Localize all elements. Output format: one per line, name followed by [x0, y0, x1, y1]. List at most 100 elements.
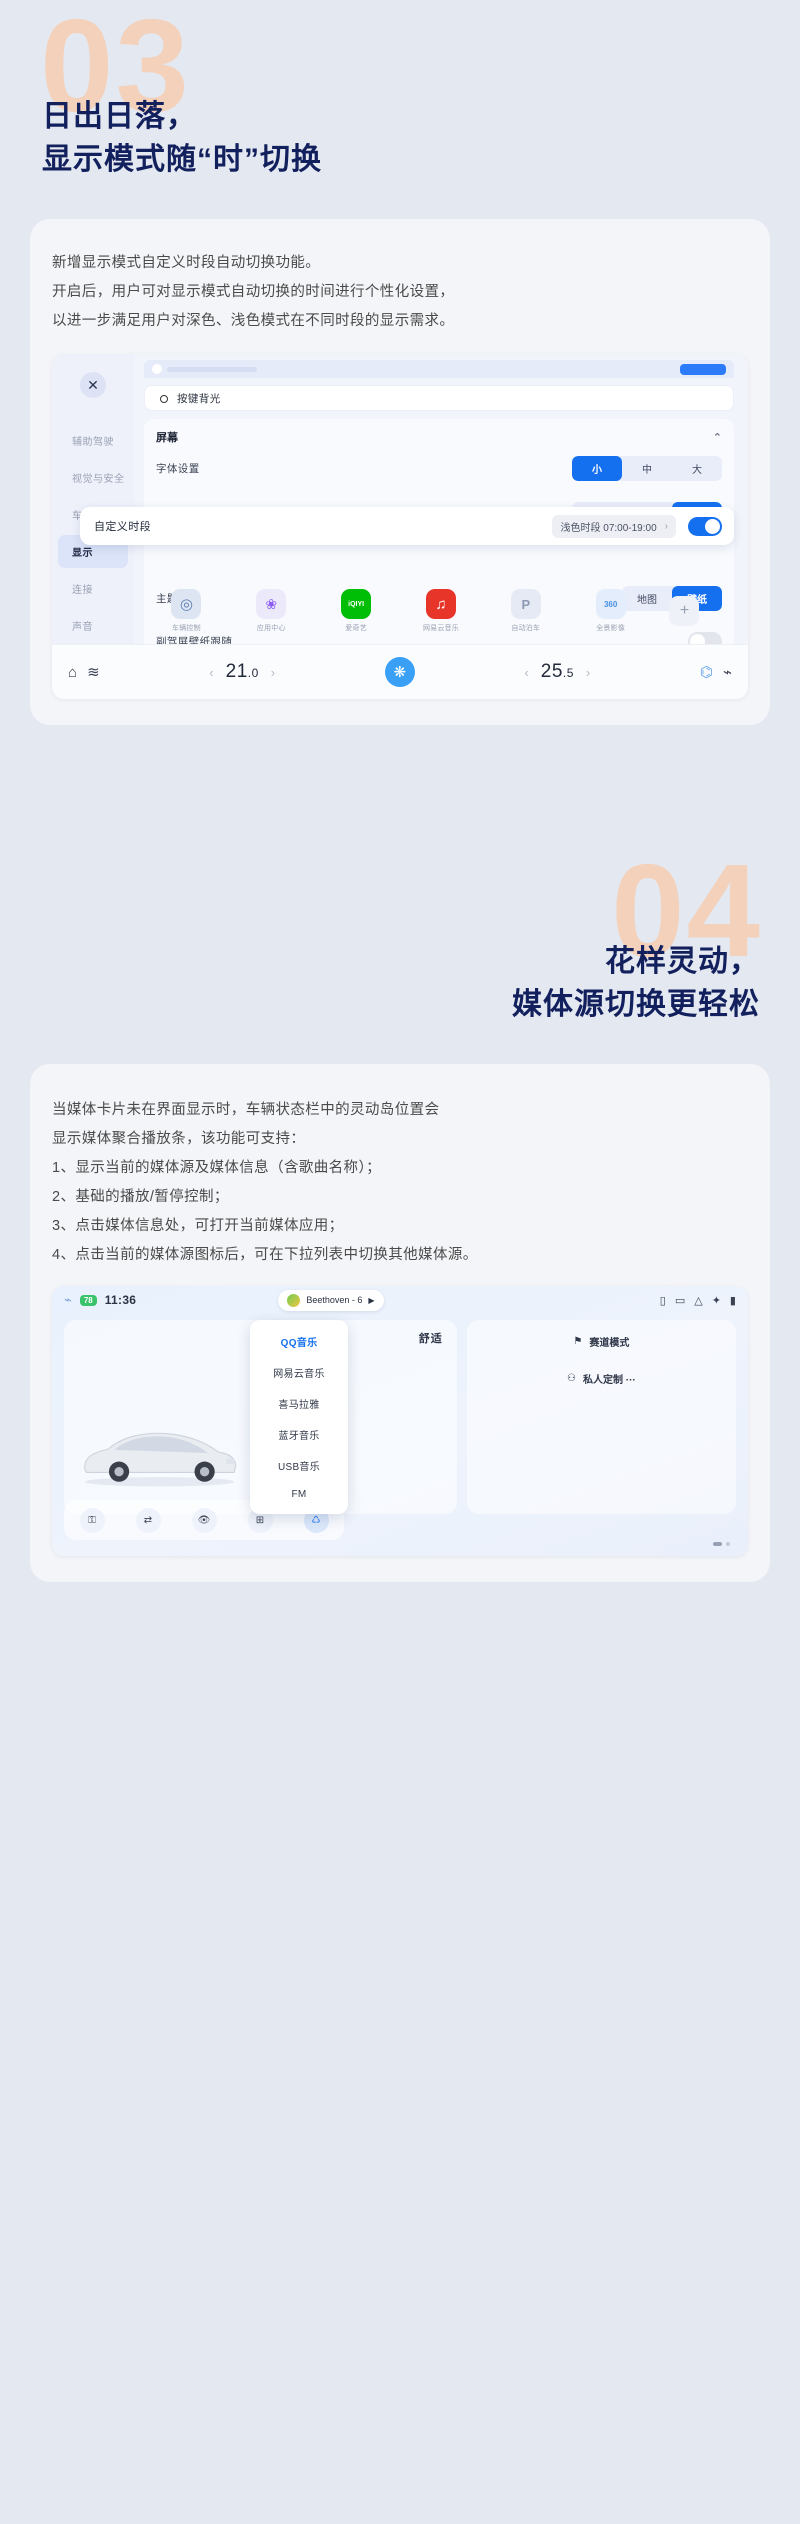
view-icon[interactable]: 👁 [191, 1507, 217, 1533]
screen-cast-icon[interactable]: ▭ [675, 1294, 685, 1307]
temp-right-increase[interactable]: › [584, 665, 592, 680]
sidebar-item-adas[interactable]: 辅助驾驶 [58, 424, 128, 457]
clock-label: 11:36 [104, 1293, 137, 1308]
paragraph-line: 以进一步满足用户对深色、浅色模式在不同时段的显示需求。 [52, 313, 455, 330]
dropdown-item-ximalaya[interactable]: 喜马拉雅 [250, 1388, 348, 1419]
section-04-heading-line2: 媒体源切换更轻松 [512, 987, 760, 1021]
track-mode-label: 赛道模式 [589, 1338, 630, 1350]
dock-app-vehicle-control[interactable]: ◎ 车辆控制 [160, 589, 212, 633]
section-03: 03 日出日落， 显示模式随“时”切换 新增显示模式自定义时段自动切换功能。 开… [0, 0, 800, 726]
app-center-icon: ❀ [256, 589, 287, 620]
paragraph-line: 1、显示当前的媒体源及媒体信息（含歌曲名称）； [52, 1160, 382, 1177]
dock-app-label: 自动泊车 [511, 625, 541, 633]
font-size-segmented[interactable]: 小 中 大 [572, 456, 722, 482]
media-screenshot: ⌁ 78 11:36 Beethoven - 6 ▶ ▯ ▭ △ ✦ ▮ 舒适 … [52, 1286, 748, 1557]
car-illustration [84, 1433, 237, 1487]
track-mode-item[interactable]: ⚑ 赛道模式 [477, 1334, 726, 1349]
private-custom-item[interactable]: ⚇ 私人定制 ··· [477, 1371, 726, 1386]
panel-title-label: 屏幕 [156, 432, 178, 445]
media-source-icon[interactable] [287, 1293, 301, 1307]
dock-app-auto-park[interactable]: P 自动泊车 [500, 589, 552, 633]
sidebar-item-sound[interactable]: 声音 [58, 609, 128, 642]
font-size-label: 字体设置 [156, 463, 200, 476]
custom-period-toggle[interactable] [688, 516, 722, 536]
netease-music-icon: ♫ [425, 589, 456, 620]
section-03-heading-line2: 显示模式随“时”切换 [42, 142, 322, 176]
play-icon[interactable]: ▶ [368, 1296, 374, 1305]
section-03-paragraph: 新增显示模式自定义时段自动切换功能。 开启后，用户可对显示模式自动切换的时间进行… [52, 249, 748, 336]
temp-left-increase[interactable]: › [269, 665, 277, 680]
dynamic-island-media-bar[interactable]: Beethoven - 6 ▶ [278, 1289, 384, 1311]
partial-top-card [144, 360, 734, 379]
lock-icon[interactable]: ⚿ [79, 1507, 105, 1533]
status-bar: ⌁ 78 11:36 Beethoven - 6 ▶ ▯ ▭ △ ✦ ▮ [52, 1286, 748, 1314]
paragraph-line: 4、点击当前的媒体源图标后，可在下拉列表中切换其他媒体源。 [52, 1247, 478, 1264]
dock-add-button[interactable]: + [669, 596, 721, 627]
page-dot[interactable] [726, 1542, 730, 1547]
top-card-button[interactable] [680, 363, 726, 375]
backlight-row[interactable]: 按键背光 [144, 385, 734, 412]
dropdown-item-bluetooth[interactable]: 蓝牙音乐 [250, 1419, 348, 1450]
temp-right-value[interactable]: 25.5 [541, 661, 574, 683]
temp-left-value[interactable]: 21.0 [226, 661, 259, 683]
font-size-row: 字体设置 小 中 大 [156, 445, 722, 491]
page-dot-active[interactable] [713, 1542, 722, 1547]
dock-app-surround-view[interactable]: 360 全景影像 [585, 589, 637, 633]
seat-icon[interactable]: ⌁ [723, 663, 732, 681]
custom-period-value-pill[interactable]: 浅色时段 07:00-19:00 › [552, 514, 676, 538]
dropdown-item-netease[interactable]: 网易云音乐 [250, 1357, 348, 1388]
top-card-dot-icon [152, 364, 162, 375]
dropdown-item-usb[interactable]: USB音乐 [250, 1450, 348, 1481]
toggle-knob [705, 518, 720, 534]
font-size-option-small[interactable]: 小 [572, 456, 622, 482]
comfort-mode-label: 舒适 [418, 1333, 443, 1346]
custom-period-value: 浅色时段 07:00-19:00 [560, 522, 657, 534]
flag-icon: ⚑ [573, 1336, 583, 1348]
sidebar-list: 辅助驾驶 视觉与安全 车辆设置 显示 连接 声音 系统 [52, 424, 134, 679]
dock-app-label: 全景影像 [596, 625, 626, 633]
custom-period-row[interactable]: 自定义时段 浅色时段 07:00-19:00 › [80, 507, 734, 546]
vehicle-status-icon: ⌁ [64, 1292, 72, 1308]
fan-icon[interactable]: ❋ [384, 657, 415, 688]
settings-sidebar: ✕ 辅助驾驶 视觉与安全 车辆设置 显示 连接 声音 系统 [52, 354, 134, 670]
sun-icon [157, 392, 169, 404]
dock-app-netease-music[interactable]: ♫ 网易云音乐 [415, 589, 467, 633]
section-04-heading-line1: 花样灵动， [605, 945, 760, 979]
private-custom-label: 私人定制 ··· [582, 1375, 636, 1387]
dropdown-item-fm[interactable]: FM [250, 1481, 348, 1508]
backlight-label: 按键背光 [177, 392, 221, 405]
mode-card: ⚑ 赛道模式 ⚇ 私人定制 ··· [466, 1320, 736, 1515]
car-icon[interactable]: ⌬ [700, 663, 713, 681]
chevron-up-icon[interactable]: ⌃ [713, 431, 722, 444]
close-icon[interactable]: ✕ [80, 372, 106, 399]
defrost-icon[interactable]: ≋ [87, 663, 100, 681]
temp-right-decrease[interactable]: ‹ [522, 665, 530, 680]
notification-icon[interactable]: △ [694, 1294, 702, 1307]
swap-icon[interactable]: ⇄ [135, 1507, 161, 1533]
panel-header[interactable]: 屏幕 ⌃ [156, 429, 722, 445]
media-source-dropdown[interactable]: QQ音乐 网易云音乐 喜马拉雅 蓝牙音乐 USB音乐 FM [250, 1320, 348, 1515]
media-body: 舒适 ⚑ 赛道模式 ⚇ 私人定制 ··· [52, 1314, 748, 1515]
settings-screenshot: ✕ 辅助驾驶 视觉与安全 车辆设置 显示 连接 声音 系统 [52, 354, 748, 700]
paragraph-line: 新增显示模式自定义时段自动切换功能。 [52, 255, 321, 272]
page-indicator [713, 1542, 730, 1547]
sidebar-item-vision-safety[interactable]: 视觉与安全 [58, 461, 128, 494]
dock-app-iqiyi[interactable]: iQIYI 爱奇艺 [330, 589, 382, 633]
temp-left-decrease[interactable]: ‹ [207, 665, 215, 680]
font-size-option-medium[interactable]: 中 [622, 456, 672, 481]
home-icon[interactable]: ⌂ [68, 664, 77, 681]
dock-app-app-center[interactable]: ❀ 应用中心 [245, 589, 297, 633]
phone-icon[interactable]: ▯ [660, 1294, 666, 1307]
paragraph-line: 当媒体卡片未在界面显示时，车辆状态栏中的灵动岛位置会 [52, 1102, 440, 1119]
person-icon: ⚇ [567, 1373, 576, 1385]
signal-icon[interactable]: ▮ [730, 1294, 736, 1307]
sidebar-item-connection[interactable]: 连接 [58, 572, 128, 605]
font-size-option-large[interactable]: 大 [672, 456, 722, 481]
range-badge: 78 [79, 1294, 97, 1306]
paragraph-line: 3、点击媒体信息处，可打开当前媒体应用； [52, 1218, 344, 1235]
song-title[interactable]: Beethoven - 6 [306, 1295, 362, 1305]
bluetooth-icon[interactable]: ✦ [712, 1294, 721, 1307]
dropdown-item-qq-music[interactable]: QQ音乐 [250, 1326, 348, 1357]
section-03-headings: 日出日落， 显示模式随“时”切换 [0, 0, 800, 181]
auto-park-icon: P [510, 589, 541, 620]
